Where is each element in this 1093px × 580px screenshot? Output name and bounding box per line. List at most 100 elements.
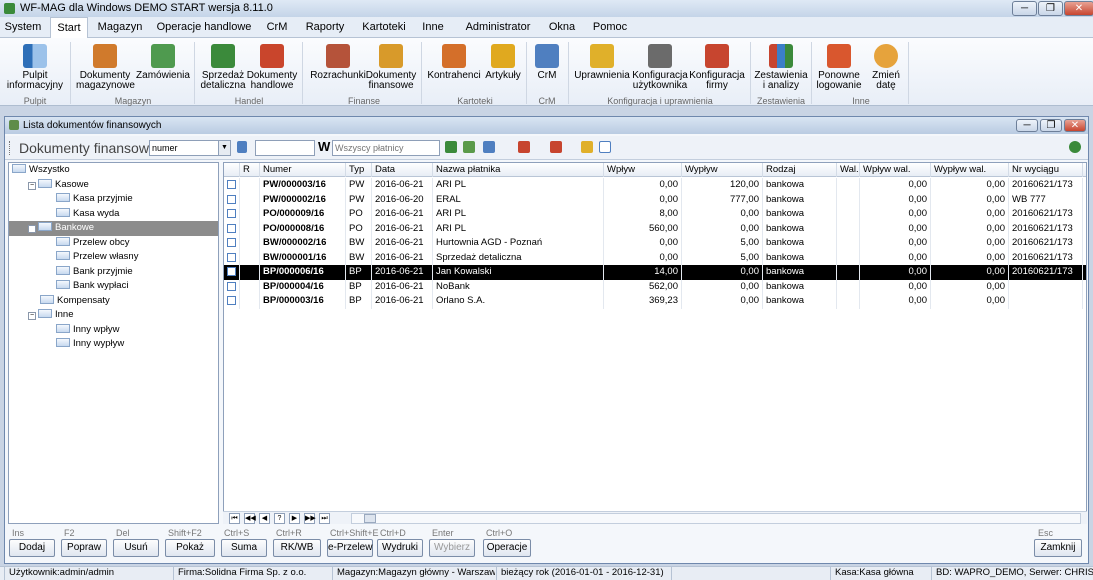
row-checkbox-cell[interactable] xyxy=(224,207,240,222)
ribbon-kontrahenci-button[interactable]: Kontrahenci xyxy=(426,40,482,95)
menu-system[interactable]: System ▾ xyxy=(2,17,44,54)
table-row[interactable]: BW/000001/16 BW 2016-06-21 Sprzedaż detalic… xyxy=(224,250,1086,265)
button-wybierz[interactable]: Wybierz xyxy=(429,539,475,557)
ribbon-artykuly-button[interactable]: Artykuły xyxy=(482,40,524,95)
row-checkbox[interactable] xyxy=(227,267,236,276)
ribbon-pulpit-button[interactable]: Pulpit informacyjny xyxy=(4,40,66,95)
child-maximize-button[interactable]: ❐ xyxy=(1040,119,1062,132)
table-row[interactable]: BP/000003/16 BP 2016-06-21 Orlano S.A. 369,2… xyxy=(224,294,1086,309)
menu-operacje-handlowe[interactable]: Operacje handlowe xyxy=(156,17,252,38)
row-checkbox[interactable] xyxy=(227,223,236,233)
menu-crm[interactable]: CrM xyxy=(262,17,292,38)
menu-start[interactable]: Start xyxy=(50,17,88,39)
table-row[interactable]: PW/000002/16 PW 2016-06-20 ERAL 0,00 777,00 ba… xyxy=(224,192,1086,207)
sort-combo[interactable]: numer ▼ xyxy=(149,140,231,156)
tree-item[interactable]: Inny wpływ xyxy=(9,323,218,338)
ribbon-konfiguracja-uzytkownika-button[interactable]: Konfiguracja użytkownika xyxy=(632,40,688,95)
chevron-down-icon[interactable]: ▼ xyxy=(218,141,230,155)
button-operacje[interactable]: Operacje xyxy=(483,539,531,557)
tree-item[interactable]: Przelew własny xyxy=(9,250,218,265)
clear-payer-icon[interactable] xyxy=(463,141,475,153)
tree-item[interactable]: Bank wypłaci xyxy=(9,279,218,294)
tree-item[interactable]: − Inne xyxy=(9,308,218,323)
table-row[interactable]: PW/000003/16 PW 2016-06-21 ARI PL 0,00 120,00… xyxy=(224,178,1086,193)
last-page-button[interactable]: ⏭ xyxy=(319,513,330,524)
tree-item[interactable]: Przelew obcy xyxy=(9,236,218,251)
column-header[interactable]: Wpływ xyxy=(604,163,682,177)
table-row[interactable]: PO/000008/16 PO 2016-06-21 ARI PL 560,00 0,00… xyxy=(224,221,1086,236)
button-zamknij[interactable]: Zamknij xyxy=(1034,539,1082,557)
next-fast-button[interactable]: ▶▶ xyxy=(304,513,316,524)
column-header[interactable]: Rodzaj xyxy=(763,163,837,177)
button-e-przelew[interactable]: e-Przelew xyxy=(327,539,373,557)
column-header[interactable] xyxy=(224,163,240,177)
row-checkbox-cell[interactable] xyxy=(224,279,240,294)
column-header[interactable]: Wal. xyxy=(837,163,860,177)
column-header[interactable]: Typ xyxy=(346,163,372,177)
ribbon-sprzedaz-detaliczna-button[interactable]: Sprzedaż detaliczna xyxy=(200,40,246,95)
collapse-icon[interactable]: − xyxy=(28,181,36,190)
row-checkbox[interactable] xyxy=(227,296,236,305)
row-checkbox[interactable] xyxy=(227,209,236,218)
collapse-icon[interactable]: − xyxy=(28,225,36,233)
tree-item[interactable]: − Kasowe xyxy=(9,178,218,193)
payer-filter-input[interactable] xyxy=(332,140,440,156)
lock-icon[interactable] xyxy=(581,141,593,153)
search-input[interactable] xyxy=(255,140,315,156)
column-header[interactable]: R xyxy=(240,163,260,177)
ribbon-dokumenty-magazynowe-button[interactable]: Dokumenty magazynowe xyxy=(76,40,135,95)
row-checkbox[interactable] xyxy=(227,180,236,189)
tree-item[interactable]: Wszystko xyxy=(9,163,218,178)
row-checkbox-cell[interactable] xyxy=(224,178,240,193)
ribbon-zamowienia-button[interactable]: Zamówienia xyxy=(136,40,190,95)
column-header[interactable]: Data xyxy=(372,163,433,177)
table-row[interactable]: BP/000006/16 BP 2016-06-21 Jan Kowalski 14,0… xyxy=(224,265,1086,280)
mark-all-icon[interactable] xyxy=(599,141,611,153)
scrollbar-thumb[interactable] xyxy=(364,514,376,523)
tree-item[interactable]: Kasa wyda xyxy=(9,207,218,222)
menu-inne[interactable]: Inne xyxy=(418,17,448,38)
menu-magazyn[interactable]: Magazyn xyxy=(96,17,144,38)
maximize-button[interactable]: ❐ xyxy=(1038,1,1063,16)
row-checkbox[interactable] xyxy=(227,281,236,291)
row-checkbox-cell[interactable] xyxy=(224,265,240,280)
button-suma[interactable]: Suma xyxy=(221,539,267,557)
ribbon-konfiguracja-firmy-button[interactable]: Konfiguracja firmy xyxy=(688,40,746,95)
row-checkbox[interactable] xyxy=(227,194,236,204)
ribbon-zestawienia-button[interactable]: Zestawienia i analizy xyxy=(754,40,808,95)
collapse-icon[interactable]: − xyxy=(28,312,36,320)
button-wydruki[interactable]: Wydruki xyxy=(377,539,423,557)
ribbon-zmien-date-button[interactable]: Zmień datę xyxy=(866,40,906,95)
column-header[interactable]: Wpływ wal. xyxy=(860,163,931,177)
child-close-button[interactable]: ✕ xyxy=(1064,119,1086,132)
menu-kartoteki[interactable]: Kartoteki xyxy=(360,17,408,38)
column-settings-icon[interactable] xyxy=(518,141,530,153)
column-header[interactable]: Nr wyciągu xyxy=(1009,163,1083,177)
tree-item[interactable]: − Bankowe xyxy=(9,221,218,236)
close-button[interactable]: ✕ xyxy=(1064,1,1093,16)
table-row[interactable]: PO/000009/16 PO 2016-06-21 ARI PL 8,00 0,00 ba… xyxy=(224,207,1086,222)
refresh-icon[interactable] xyxy=(1069,141,1081,153)
button-dodaj[interactable]: Dodaj xyxy=(9,539,55,557)
child-minimize-button[interactable]: ─ xyxy=(1016,119,1038,132)
prev-button[interactable]: ◀ xyxy=(259,513,270,524)
sort-direction-icon[interactable] xyxy=(237,141,247,153)
minimize-button[interactable]: ─ xyxy=(1012,1,1037,16)
row-checkbox-cell[interactable] xyxy=(224,221,240,236)
menu-raporty[interactable]: Raporty xyxy=(302,17,348,38)
table-row[interactable]: BP/000004/16 BP 2016-06-21 NoBank 562,00 0,00… xyxy=(224,279,1086,294)
goto-button[interactable]: ? xyxy=(274,513,285,524)
filter-icon[interactable] xyxy=(483,141,495,153)
ribbon-dokumenty-finansowe-button[interactable]: Dokumenty finansowe xyxy=(364,40,418,95)
menu-okna[interactable]: Okna xyxy=(545,17,579,38)
column-header[interactable]: Nazwa płatnika xyxy=(433,163,604,177)
horizontal-scrollbar[interactable] xyxy=(351,513,1081,524)
menu-administrator[interactable]: Administrator xyxy=(460,17,536,38)
menu-pomoc[interactable]: Pomoc xyxy=(590,17,630,38)
column-header[interactable]: Wypływ xyxy=(682,163,763,177)
tree-item[interactable]: Bank przyjmie xyxy=(9,265,218,280)
row-checkbox[interactable] xyxy=(227,252,236,262)
ribbon-rozrachunki-button[interactable]: Rozrachunki xyxy=(310,40,366,95)
prev-fast-button[interactable]: ◀◀ xyxy=(244,513,256,524)
button-popraw[interactable]: Popraw xyxy=(61,539,107,557)
